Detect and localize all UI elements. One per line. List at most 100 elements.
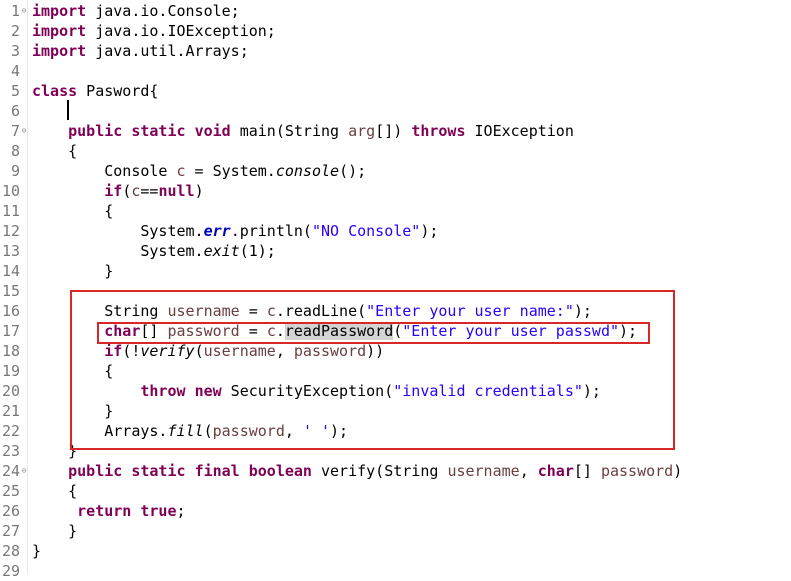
code-line: import java.io.Console; (32, 1, 240, 21)
line-number: 2 (10, 22, 20, 40)
line-number: 16 (1, 302, 20, 320)
code-token: java.io.Console; (86, 2, 240, 20)
line-number: 22 (1, 422, 20, 440)
code-line: } (32, 541, 41, 561)
code-line: if(c==null) (32, 181, 204, 201)
line-number: 15 (1, 282, 20, 300)
line-number: 25 (1, 482, 20, 500)
code-token: ) (194, 182, 204, 200)
code-token: final (194, 462, 240, 480)
code-line: System.err.println("NO Console"); (32, 221, 438, 241)
code-token: password (600, 462, 674, 480)
code-token: void (194, 122, 231, 140)
code-line: public static final boolean verify(Strin… (32, 461, 682, 481)
fold-toggle-icon[interactable]: ⊖ (20, 461, 28, 481)
code-line: { (32, 141, 77, 161)
line-number: 9 (10, 162, 20, 180)
code-token: static (131, 122, 186, 140)
code-token: } (104, 262, 114, 280)
code-line: import java.io.IOException; (32, 21, 276, 41)
code-token: throws (411, 122, 466, 140)
code-token: } (32, 542, 42, 560)
line-number: 19 (1, 362, 20, 380)
code-token: } (68, 522, 78, 540)
line-number: 29 (1, 562, 20, 580)
line-number: 10 (1, 182, 20, 200)
code-line: { (32, 481, 77, 501)
code-line: class Pasword{ (32, 81, 158, 101)
line-number: 4 (10, 62, 20, 80)
code-token: true (140, 502, 177, 520)
code-token: class (32, 82, 78, 100)
code-token: c (176, 162, 186, 180)
code-line: } (32, 521, 77, 541)
code-token: import (32, 2, 87, 20)
code-token: , (519, 462, 538, 480)
code-line: public static void main(String arg[]) th… (32, 121, 574, 141)
code-token: java.io.IOException; (86, 22, 276, 40)
code-line: Console c = System.console(); (32, 161, 366, 181)
code-token: import (32, 22, 87, 40)
code-token: verify(String (311, 462, 448, 480)
code-token: ( (122, 182, 132, 200)
line-number: 26 (1, 502, 20, 520)
code-token: import (32, 42, 87, 60)
line-number: 23 (1, 442, 20, 460)
line-number: 17 (1, 322, 20, 340)
annotation-box-block (70, 290, 675, 450)
code-token: "NO Console" (311, 222, 421, 240)
code-token: null (158, 182, 195, 200)
fold-toggle-icon[interactable]: ⊖ (20, 1, 28, 21)
code-editor[interactable]: 1 ⊖ import java.io.Console; 2 import java.io… (0, 0, 791, 580)
line-number: 11 (1, 202, 20, 220)
line-number: 27 (1, 522, 20, 540)
code-token: .println( (230, 222, 312, 240)
line-number: 8 (10, 142, 20, 160)
code-token: (); (339, 162, 367, 180)
line-number: 28 (1, 542, 20, 560)
annotation-box-read-password (97, 322, 650, 344)
line-number: 6 (10, 102, 20, 120)
line-number: 24 (1, 462, 20, 480)
line-number: 14 (1, 262, 20, 280)
code-token: ) (673, 462, 683, 480)
line-number: 7 (10, 122, 20, 140)
code-line: System.exit(1); (32, 241, 276, 261)
code-token: boolean (248, 462, 312, 480)
code-token: { (68, 142, 78, 160)
code-line: } (32, 261, 113, 281)
fold-toggle-icon[interactable]: ⊖ (20, 121, 28, 141)
code-token: System. (140, 242, 204, 260)
code-token: == (140, 182, 159, 200)
line-number: 5 (10, 82, 20, 100)
code-token: IOException (465, 122, 574, 140)
code-token: ); (420, 222, 439, 240)
code-token: arg (348, 122, 376, 140)
code-token: char (537, 462, 574, 480)
code-token: { (68, 482, 78, 500)
code-token: { (104, 202, 114, 220)
code-token: Pasword{ (77, 82, 159, 100)
line-number: 12 (1, 222, 20, 240)
code-token: Console (104, 162, 177, 180)
text-cursor (67, 100, 69, 120)
line-number: 1 (10, 2, 20, 20)
code-line: return true; (32, 501, 185, 521)
line-number: 3 (10, 42, 20, 60)
code-token: public (68, 122, 123, 140)
code-token: System. (140, 222, 204, 240)
line-number: 21 (1, 402, 20, 420)
code-token: [] (573, 462, 601, 480)
code-token: if (104, 182, 123, 200)
code-token: exit (203, 242, 240, 260)
code-token: (1); (239, 242, 276, 260)
code-token: console (275, 162, 340, 180)
code-token: static (131, 462, 186, 480)
code-token: public (68, 462, 123, 480)
code-token: = System. (185, 162, 276, 180)
line-number: 20 (1, 382, 20, 400)
